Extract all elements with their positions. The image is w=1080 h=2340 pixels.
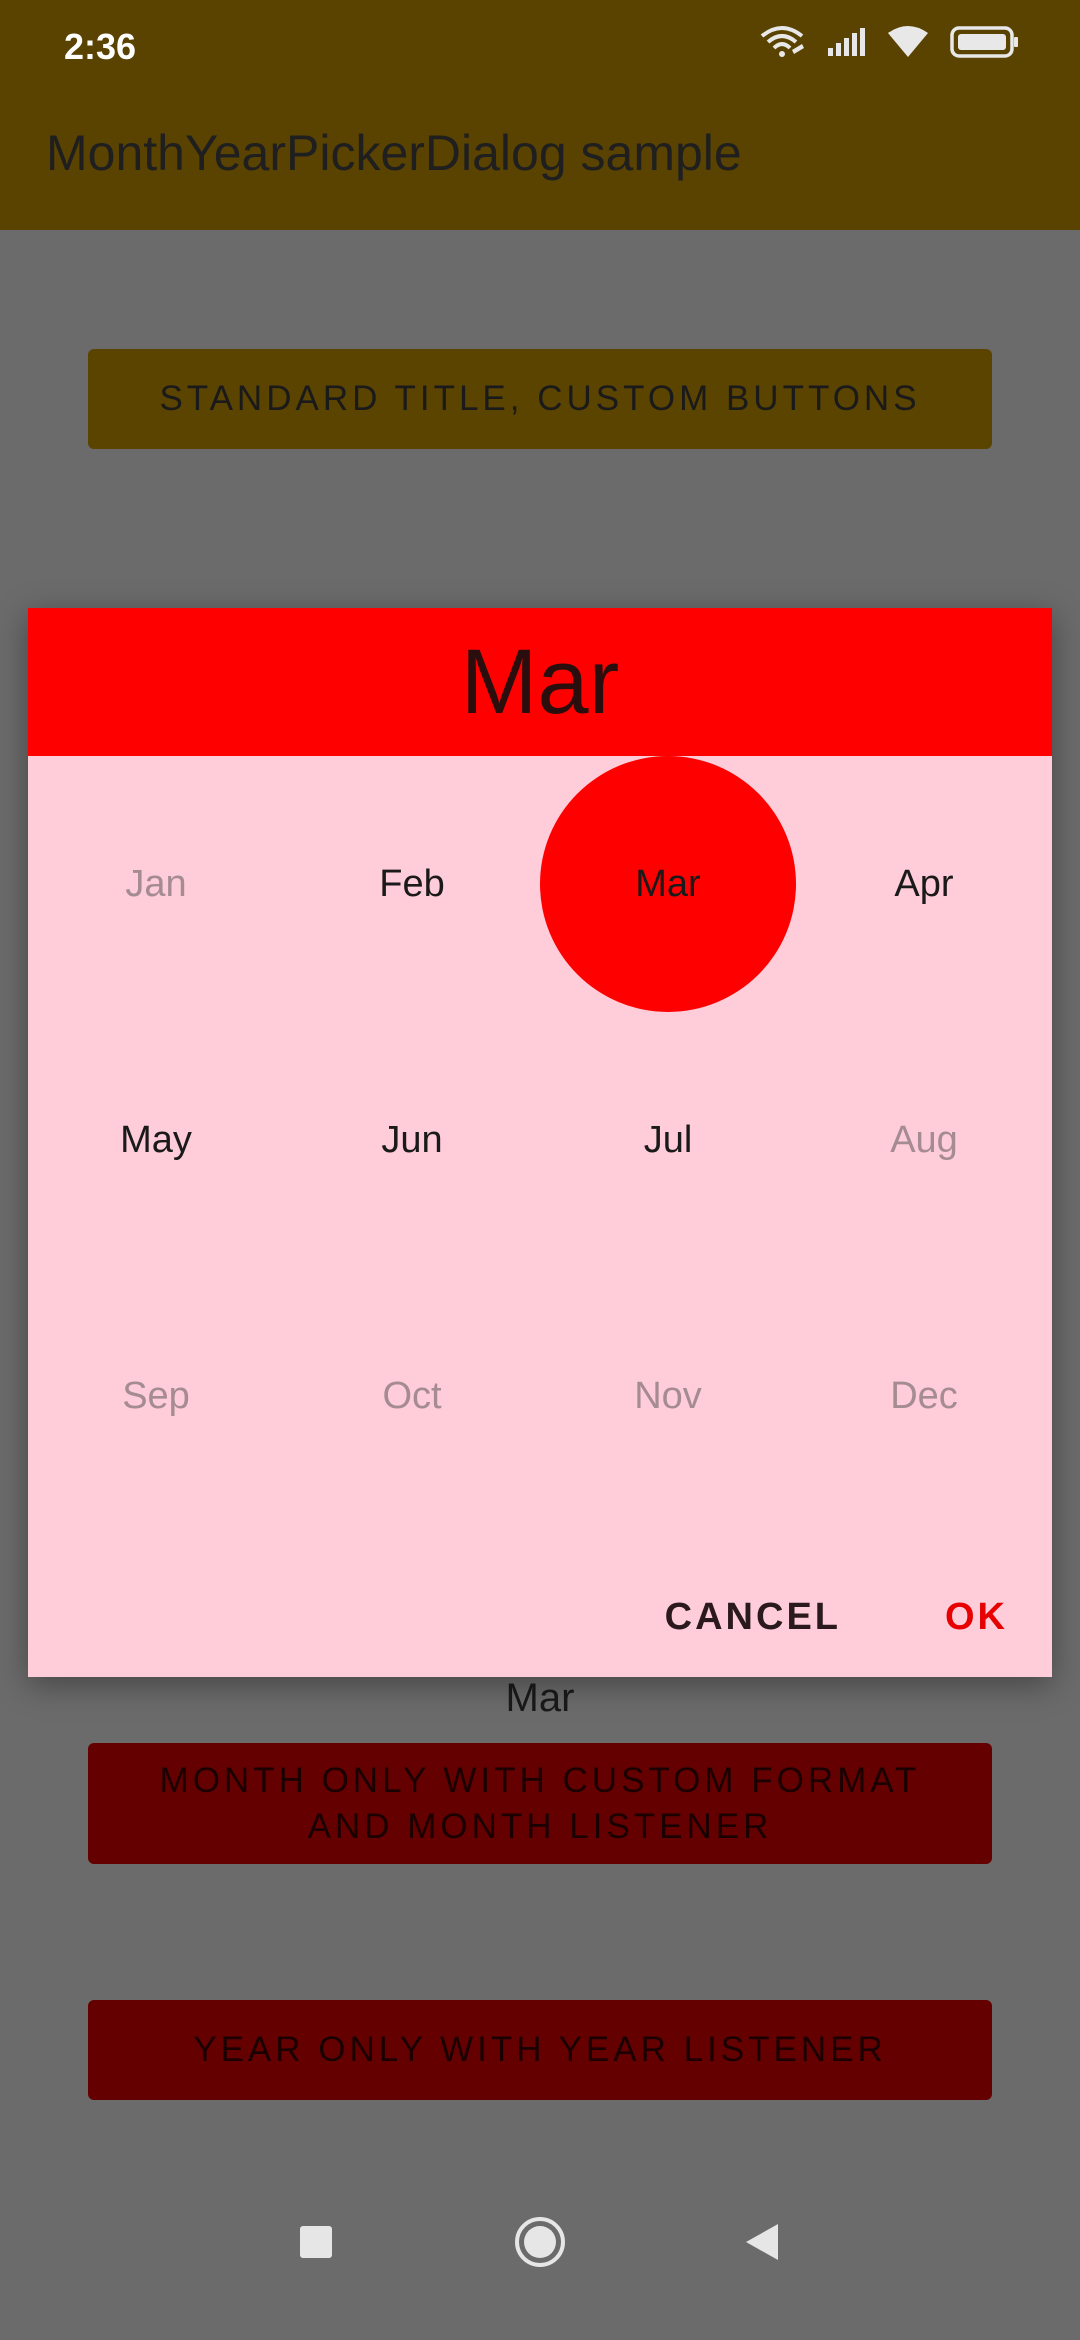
month-label: Jan: [125, 862, 187, 905]
month-cell-apr[interactable]: Apr: [796, 756, 1052, 1012]
month-cell-jul[interactable]: Jul: [540, 1012, 796, 1268]
standard-title-button[interactable]: STANDARD TITLE, CUSTOM BUTTONS: [88, 349, 992, 449]
month-label: Feb: [379, 862, 445, 905]
year-only-button[interactable]: YEAR ONLY WITH YEAR LISTENER: [88, 2000, 992, 2100]
month-label: Jun: [381, 1118, 443, 1161]
month-label: Mar: [635, 862, 701, 905]
battery-icon: [950, 25, 1020, 64]
month-picker-dialog: Mar Jan Feb Mar Apr May Jun Jul Aug Sep Oct Nov Dec…: [28, 608, 1052, 1677]
screen: 2:36 MonthYearPickerDialog sample STANDA…: [0, 0, 1080, 2340]
month-only-button[interactable]: MONTH ONLY WITH CUSTOM FORMAT AND MONTH …: [88, 1743, 992, 1864]
month-cell-mar[interactable]: Mar: [540, 756, 796, 1012]
app-bar: 2:36 MonthYearPickerDialog sample: [0, 0, 1080, 230]
ok-button[interactable]: OK: [945, 1596, 1008, 1639]
month-cell-nov: Nov: [540, 1268, 796, 1524]
month-cell-oct: Oct: [284, 1268, 540, 1524]
wifi-calling-icon: [758, 24, 806, 65]
status-time: 2:36: [64, 26, 137, 67]
dialog-actions: CANCEL OK: [665, 1596, 1008, 1639]
month-cell-may[interactable]: May: [28, 1012, 284, 1268]
month-label: Oct: [382, 1374, 442, 1417]
month-label: May: [120, 1118, 192, 1161]
month-label: Aug: [890, 1118, 958, 1161]
back-triangle-icon[interactable]: [744, 2222, 780, 2267]
month-label: Nov: [634, 1374, 702, 1417]
month-grid: Jan Feb Mar Apr May Jun Jul Aug Sep Oct Nov Dec: [28, 756, 1052, 1524]
wifi-icon: [886, 25, 930, 64]
month-label: Jul: [643, 1118, 693, 1161]
dialog-title: Mar: [460, 630, 620, 733]
month-cell-sep: Sep: [28, 1268, 284, 1524]
home-circle-icon[interactable]: [514, 2216, 566, 2273]
month-label: Apr: [894, 862, 954, 905]
navigation-bar: [0, 2200, 1080, 2340]
month-label: Sep: [122, 1374, 190, 1417]
dialog-header: Mar: [28, 608, 1052, 756]
month-cell-jun[interactable]: Jun: [284, 1012, 540, 1268]
status-icons: [758, 24, 1020, 65]
month-cell-aug: Aug: [796, 1012, 1052, 1268]
month-cell-dec: Dec: [796, 1268, 1052, 1524]
month-label: Dec: [890, 1374, 958, 1417]
month-cell-jan: Jan: [28, 756, 284, 1012]
month-cell-feb[interactable]: Feb: [284, 756, 540, 1012]
app-title: MonthYearPickerDialog sample: [46, 125, 742, 181]
cancel-button[interactable]: CANCEL: [665, 1596, 841, 1639]
signal-icon: [826, 26, 866, 63]
selected-result-text: Mar: [505, 1676, 575, 1720]
recents-square-icon[interactable]: [300, 2226, 332, 2263]
